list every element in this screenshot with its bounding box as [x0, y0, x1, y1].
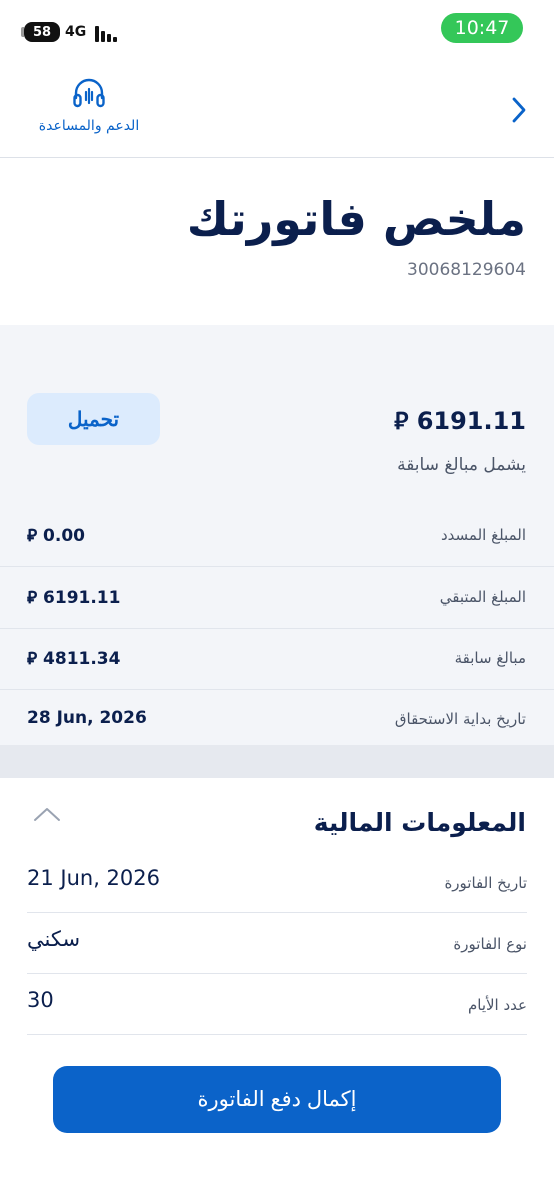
row-label: المبلغ المسدد [441, 526, 526, 544]
chevron-up-icon [34, 808, 60, 821]
clock: 10:47 [441, 13, 523, 43]
support-button[interactable]: الدعم والمساعدة [24, 78, 154, 142]
financial-row-invoice-date: تاريخ الفاتورة 21 Jun, 2026 [27, 852, 527, 913]
row-label: مبالغ سابقة [454, 649, 526, 667]
financial-info-section: المعلومات المالية تاريخ الفاتورة 21 Jun,… [0, 778, 554, 1200]
summary-row-previous: مبالغ سابقة ⃁ 4811.34 [0, 628, 554, 690]
row-value: ⃁ 4811.34 [27, 649, 121, 669]
financial-row-invoice-type: نوع الفاتورة سكني [27, 913, 527, 974]
includes-previous-note: يشمل مبالغ سابقة [397, 455, 526, 475]
currency-symbol: ⃁ [394, 407, 409, 435]
row-value: 28 Jun, 2026 [27, 708, 147, 728]
financial-row-days: عدد الأيام 30 [27, 974, 527, 1035]
row-label: نوع الفاتورة [453, 935, 527, 953]
row-value: ⃁ 6191.11 [27, 588, 121, 608]
summary-row-remaining: المبلغ المتبقي ⃁ 6191.11 [0, 567, 554, 629]
row-value: سكني [27, 927, 81, 951]
row-label: تاريخ الفاتورة [444, 874, 527, 892]
row-label: تاريخ بداية الاستحقاق [394, 710, 526, 728]
summary-row-paid: المبلغ المسدد ⃁ 0.00 [0, 505, 554, 567]
support-label: الدعم والمساعدة [38, 118, 140, 134]
financial-info-title: المعلومات المالية [313, 808, 526, 837]
row-value: 30 [27, 988, 54, 1012]
signal-icon [95, 26, 119, 42]
section-divider [0, 745, 554, 778]
total-value: 6191.11 [416, 407, 526, 435]
title-section: ملخص فاتورتك 30068129604 [0, 158, 554, 325]
total-amount: ⃁ 6191.11 [394, 405, 526, 436]
row-value: 21 Jun, 2026 [27, 866, 161, 890]
row-label: عدد الأيام [467, 996, 527, 1014]
invoice-number: 30068129604 [407, 260, 526, 280]
invoice-summary: ⃁ 6191.11 تحميل يشمل مبالغ سابقة المبلغ … [0, 325, 554, 745]
summary-row-due-start: تاريخ بداية الاستحقاق 28 Jun, 2026 [0, 689, 554, 750]
download-button[interactable]: تحميل [27, 393, 160, 445]
battery-level: 58 [32, 24, 52, 40]
collapse-button[interactable] [32, 806, 62, 824]
status-bar: 58 4G 10:47 [0, 0, 554, 62]
row-label: المبلغ المتبقي [439, 588, 526, 606]
battery-indicator: 58 [21, 22, 60, 42]
app-header: الدعم والمساعدة [0, 62, 554, 158]
chevron-right-icon [512, 97, 526, 123]
headset-icon [73, 78, 105, 108]
complete-payment-button[interactable]: إكمال دفع الفاتورة [53, 1066, 501, 1133]
page-title: ملخص فاتورتك [186, 192, 526, 246]
network-type: 4G [65, 24, 87, 40]
back-button[interactable] [508, 95, 530, 125]
row-value: ⃁ 0.00 [27, 526, 85, 546]
